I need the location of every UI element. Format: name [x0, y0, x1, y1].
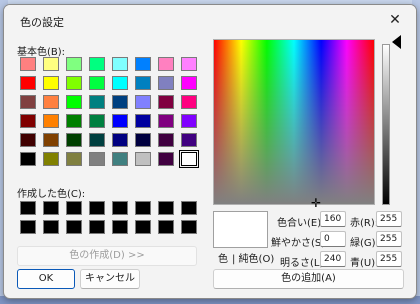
basic-color-swatch[interactable] [20, 133, 36, 147]
custom-color-swatch[interactable] [89, 220, 105, 234]
basic-color-swatch[interactable] [181, 133, 197, 147]
basic-color-swatch[interactable] [43, 57, 59, 71]
custom-color-swatch[interactable] [158, 201, 174, 215]
green-label: 緑(G): [350, 238, 379, 249]
basic-color-swatch[interactable] [158, 133, 174, 147]
basic-color-swatch[interactable] [158, 95, 174, 109]
basic-color-swatch[interactable] [112, 133, 128, 147]
custom-color-swatch[interactable] [66, 201, 82, 215]
custom-color-swatch[interactable] [158, 220, 174, 234]
custom-color-swatch[interactable] [181, 201, 197, 215]
basic-color-swatch[interactable] [20, 152, 36, 166]
luminosity-slider[interactable] [382, 44, 390, 205]
crosshair-cursor-icon: ✛ [311, 196, 322, 210]
define-custom-colors-button[interactable]: 色の作成(D) >> [17, 246, 197, 266]
solid-color-label[interactable]: | 純色(O) [232, 250, 274, 265]
hue-label: 色合い(E): [277, 218, 325, 229]
basic-color-swatch[interactable] [43, 152, 59, 166]
basic-color-swatch[interactable] [20, 57, 36, 71]
basic-color-swatch[interactable] [89, 152, 105, 166]
close-icon[interactable]: ✕ [374, 5, 416, 35]
custom-color-swatch[interactable] [66, 220, 82, 234]
cancel-button[interactable]: キャンセル [80, 269, 140, 289]
basic-color-swatch[interactable] [158, 76, 174, 90]
basic-color-swatch[interactable] [43, 95, 59, 109]
basic-color-swatch[interactable] [179, 150, 199, 168]
basic-color-swatch[interactable] [66, 76, 82, 90]
basic-color-swatch[interactable] [135, 95, 151, 109]
basic-color-swatch[interactable] [66, 133, 82, 147]
basic-color-swatch[interactable] [89, 95, 105, 109]
basic-color-swatch[interactable] [20, 114, 36, 128]
custom-color-swatch[interactable] [89, 201, 105, 215]
saturation-input[interactable]: 0 [320, 231, 346, 247]
basic-color-swatch[interactable] [66, 114, 82, 128]
basic-color-swatch[interactable] [66, 152, 82, 166]
dialog-title: 色の設定 [20, 16, 64, 29]
basic-color-swatch[interactable] [66, 95, 82, 109]
basic-color-swatch[interactable] [89, 57, 105, 71]
basic-color-swatch[interactable] [135, 114, 151, 128]
basic-color-swatch[interactable] [112, 114, 128, 128]
basic-color-swatch[interactable] [158, 114, 174, 128]
custom-color-swatch[interactable] [135, 220, 151, 234]
blue-label: 青(U): [350, 258, 379, 269]
color-spectrum[interactable] [213, 39, 375, 205]
basic-color-swatch[interactable] [181, 95, 197, 109]
basic-color-swatch[interactable] [89, 76, 105, 90]
basic-color-swatch[interactable] [181, 76, 197, 90]
custom-color-swatch[interactable] [112, 201, 128, 215]
basic-color-swatch[interactable] [20, 76, 36, 90]
basic-color-swatch[interactable] [66, 57, 82, 71]
basic-color-swatch[interactable] [43, 76, 59, 90]
custom-color-swatch[interactable] [43, 220, 59, 234]
basic-color-swatch[interactable] [20, 95, 36, 109]
luminosity-input[interactable]: 240 [320, 251, 346, 267]
basic-colors-label: 基本色(B): [17, 47, 66, 58]
blue-input[interactable]: 255 [376, 251, 402, 267]
ok-button[interactable]: OK [17, 269, 75, 289]
red-label: 赤(R): [350, 218, 379, 229]
custom-color-swatch[interactable] [135, 201, 151, 215]
custom-color-swatch[interactable] [112, 220, 128, 234]
basic-color-swatch[interactable] [158, 152, 174, 166]
custom-color-swatch[interactable] [20, 201, 36, 215]
basic-color-swatch[interactable] [181, 114, 197, 128]
basic-color-swatch[interactable] [112, 152, 128, 166]
basic-color-swatch[interactable] [181, 57, 197, 71]
add-to-custom-colors-button[interactable]: 色の追加(A) [213, 269, 404, 289]
basic-color-swatch[interactable] [43, 133, 59, 147]
basic-color-swatch[interactable] [135, 76, 151, 90]
basic-color-swatch[interactable] [112, 57, 128, 71]
basic-color-swatch[interactable] [135, 133, 151, 147]
color-preview-label: 色 [218, 254, 228, 265]
title-bar[interactable]: 色の設定 ✕ [4, 5, 416, 35]
custom-color-swatch[interactable] [20, 220, 36, 234]
red-input[interactable]: 255 [376, 211, 402, 227]
basic-color-swatch[interactable] [43, 114, 59, 128]
basic-color-swatch[interactable] [158, 57, 174, 71]
luminosity-arrow-icon[interactable] [392, 35, 401, 49]
color-dialog: 色の設定 ✕ 基本色(B): 作成した色(C): 色の作成(D) >> OK キ… [3, 4, 417, 299]
green-input[interactable]: 255 [376, 231, 402, 247]
basic-color-swatch[interactable] [89, 114, 105, 128]
basic-color-swatch[interactable] [112, 95, 128, 109]
basic-color-swatch[interactable] [135, 152, 151, 166]
basic-color-swatch[interactable] [112, 76, 128, 90]
custom-color-swatch[interactable] [181, 220, 197, 234]
hue-input[interactable]: 160 [320, 211, 346, 227]
custom-colors-label: 作成した色(C): [17, 189, 86, 200]
color-preview [213, 211, 268, 248]
custom-color-swatch[interactable] [43, 201, 59, 215]
basic-color-swatch[interactable] [135, 57, 151, 71]
basic-color-swatch[interactable] [89, 133, 105, 147]
